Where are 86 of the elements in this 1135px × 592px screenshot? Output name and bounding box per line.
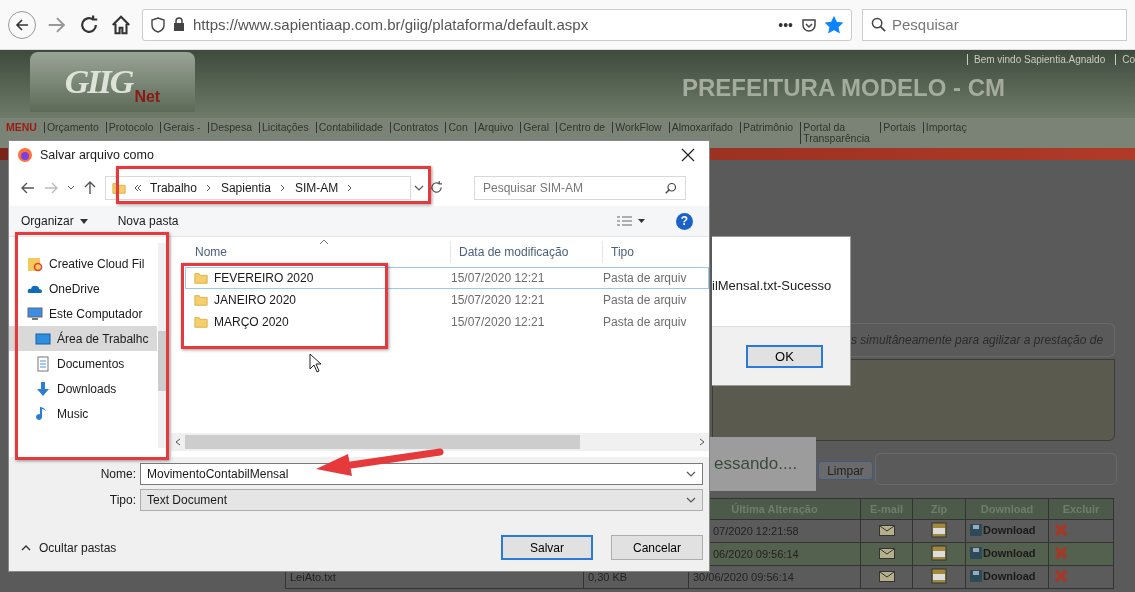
lock-icon [173,17,185,32]
processing-message: essando.... [710,437,816,491]
save-button[interactable]: Salvar [501,535,593,560]
star-icon[interactable] [825,15,843,34]
nav-item[interactable]: Creative Cloud Fil [9,251,157,276]
refresh-icon[interactable] [430,181,443,194]
folder-row[interactable]: JANEIRO 2020 15/07/2020 12:21 Pasta de arquiv [185,289,709,311]
more-actions-button[interactable]: ••• [778,16,793,33]
dropdown-icon[interactable] [686,497,696,503]
cancel-button[interactable]: Cancelar [611,535,703,560]
zip-file-icon[interactable] [931,545,947,561]
ok-button[interactable]: OK [746,344,823,368]
caret-icon [21,544,31,551]
column-header[interactable]: Data de modificação [451,241,603,263]
recent-dropdown-icon[interactable] [67,184,75,191]
browser-logo-icon [17,147,33,163]
field-label: Tipo: [108,493,136,507]
address-bar[interactable]: https://www.sapientiaap.com.br/giig/plataforma/default.aspx ••• [142,8,852,41]
scrollbar-thumb[interactable] [185,435,580,449]
reload-icon[interactable] [78,13,100,36]
envelope-icon[interactable] [878,547,895,559]
chevron-icon [278,183,287,192]
nav-item[interactable]: Documentos [9,351,157,376]
folder-icon [194,293,208,307]
hide-folders-button[interactable]: Ocultar pastas [21,540,117,555]
folder-icon [194,315,208,329]
envelope-icon[interactable] [878,524,895,536]
search-field[interactable]: Pesquisar [862,8,1127,41]
scroll-right-icon[interactable] [699,438,705,446]
path-segment[interactable]: Trabalho [150,180,197,195]
nav-item[interactable]: Área de Trabalhc [9,326,157,351]
cursor-icon [309,353,322,373]
search-icon [871,17,886,32]
save-icon [970,570,982,582]
pocket-icon[interactable] [801,16,817,33]
folder-icon [194,271,208,285]
help-button[interactable]: ? [676,212,693,230]
nav-item[interactable]: OneDrive [9,276,157,301]
chevron-icon [204,183,213,192]
shield-icon [151,16,165,33]
header-link[interactable]: Co [1115,54,1135,65]
nav-item[interactable]: Music [9,401,157,426]
scroll-left-icon[interactable] [175,438,181,446]
path-segment[interactable]: Sapientia [220,180,271,195]
scrollbar-thumb[interactable] [158,331,168,391]
organize-button[interactable]: Organizar [21,214,88,228]
envelope-icon[interactable] [878,570,895,582]
save-icon [970,524,982,536]
sort-caret-icon [319,239,329,245]
dialog-title: Salvar arquivo como [40,148,155,162]
file-type-dropdown[interactable]: Text Document [140,489,703,511]
up-icon[interactable] [84,180,96,195]
folder-icon [112,180,126,195]
save-icon [970,547,982,559]
back-icon[interactable] [21,181,35,194]
document-icon [35,355,51,372]
column-header[interactable]: Tipo [603,241,709,263]
home-icon[interactable] [110,13,132,36]
site-title: PREFEITURA MODELO - CM [681,74,1005,102]
desktop-icon [35,330,51,347]
folder-icon [27,255,43,272]
search-field[interactable]: Pesquisar SIM-AM [474,175,686,200]
down-arrow-icon [35,380,51,397]
zip-file-icon[interactable] [931,522,947,538]
nav-item[interactable]: Este Computador [9,301,157,326]
new-folder-button[interactable]: Nova pasta [117,214,179,228]
folder-row[interactable]: MARÇO 2020 15/07/2020 12:21 Pasta de arquiv [185,311,709,333]
column-header[interactable]: Nome [171,241,451,263]
nav-item[interactable]: Downloads [9,376,157,401]
search-icon [665,181,677,194]
overflow-chevron-icon [134,183,142,192]
dropdown-icon[interactable] [686,471,696,477]
caret-icon [79,218,88,224]
alert-message: ilMensal.txt-Sucesso [712,278,832,293]
view-options-icon[interactable] [616,215,646,227]
close-icon[interactable] [681,148,695,162]
welcome-text: Bem vindo Sapientia.Agnaldo [967,54,1106,65]
folder-row[interactable]: FEVEREIRO 2020 15/07/2020 12:21 Pasta de arquiv [185,267,709,289]
file-name-field[interactable]: MovimentoContabilMensal [140,463,703,485]
monitor-icon [27,305,43,322]
path-segment[interactable]: SIM-AM [294,180,339,195]
path-bar[interactable]: Trabalho Sapientia SIM-AM [105,175,411,200]
zip-file-icon[interactable] [931,568,947,584]
back-arrow-icon [14,16,30,33]
field-label: Nome: [99,467,136,481]
path-dropdown-icon[interactable] [414,184,424,191]
